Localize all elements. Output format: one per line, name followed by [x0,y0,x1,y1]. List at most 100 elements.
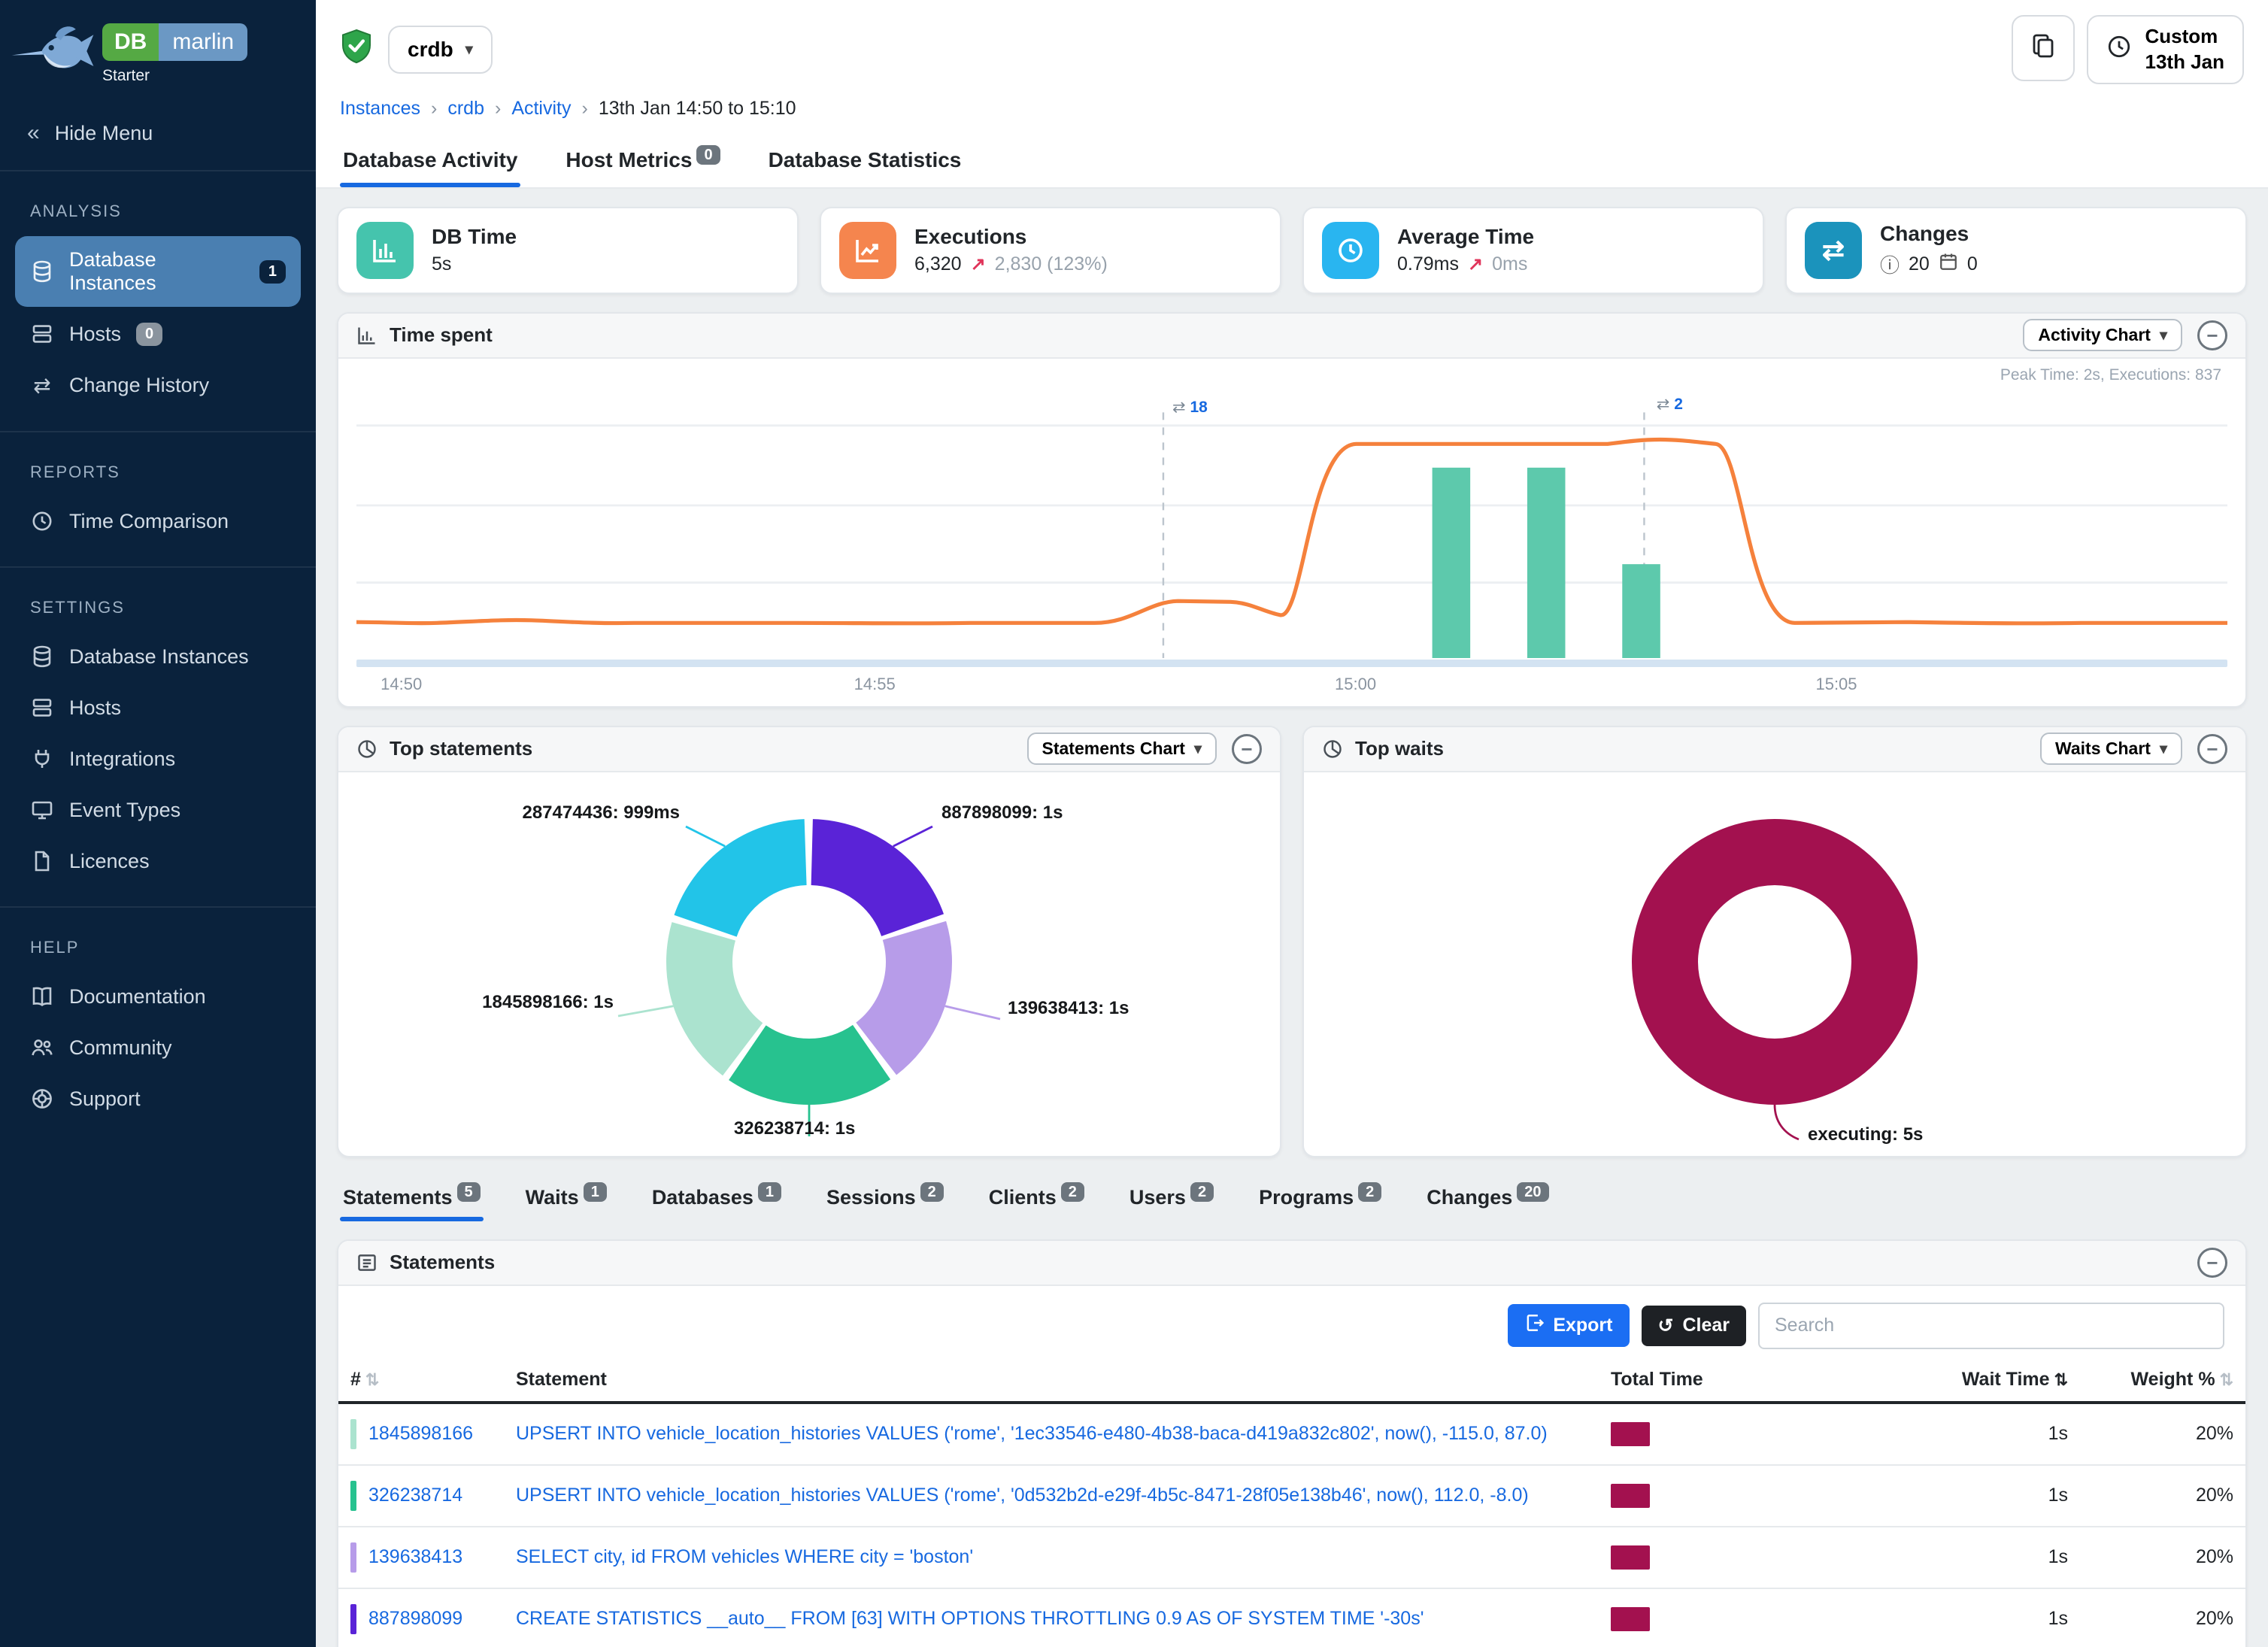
column-header-weight[interactable]: Weight %⇅ [2080,1363,2245,1403]
statement-color-chip [350,1419,356,1449]
sidebar-item-integrations[interactable]: Integrations [15,735,301,783]
info-icon: ⓘ [1880,250,1900,278]
collapse-panel-button[interactable]: − [2197,734,2227,764]
breadcrumb-range: 13th Jan 14:50 to 15:10 [599,98,796,119]
slice-label: 1845898166: 1s [482,992,614,1013]
tab-clients[interactable]: Clients2 [986,1175,1087,1221]
tab-databases[interactable]: Databases1 [649,1175,784,1221]
waits-chart-select[interactable]: Waits Chart ▾ [2040,733,2182,765]
activity-line-chart[interactable] [356,395,2227,658]
statement-link[interactable]: SELECT city, id FROM vehicles WHERE city… [516,1546,973,1567]
column-header-total-time[interactable]: Total Time [1599,1363,1779,1403]
clear-button[interactable]: ↺ Clear [1642,1306,1747,1346]
tab-host-metrics[interactable]: Host Metrics0 [562,138,723,187]
sidebar-item-database-instances[interactable]: Database Instances 1 [15,236,301,307]
top-header: crdb ▾ [316,0,2268,189]
table-row: 139638413 SELECT city, id FROM vehicles … [338,1527,2245,1588]
count-badge: 20 [1517,1182,1548,1202]
sidebar-item-hosts-settings[interactable]: Hosts [15,684,301,732]
copy-link-button[interactable] [2012,15,2075,81]
kpi-changes: ⇄ Changes ⓘ 20 0 [1785,207,2247,294]
book-icon [30,984,54,1009]
tab-users[interactable]: Users2 [1126,1175,1217,1221]
tab-programs[interactable]: Programs2 [1256,1175,1384,1221]
tab-statements[interactable]: Statements5 [340,1175,484,1221]
breadcrumb-crdb[interactable]: crdb [447,98,484,119]
database-icon [30,259,54,284]
statement-link[interactable]: CREATE STATISTICS __auto__ FROM [63] WIT… [516,1608,1424,1629]
breadcrumb-instances[interactable]: Instances [340,98,420,119]
sidebar-item-time-comparison[interactable]: Time Comparison [15,497,301,545]
undo-icon: ↺ [1658,1315,1674,1337]
sidebar-item-hosts[interactable]: Hosts 0 [15,310,301,358]
instance-selector[interactable]: crdb ▾ [388,26,493,74]
statement-color-chip [350,1604,356,1634]
executions-bar[interactable] [1433,467,1471,657]
search-input[interactable] [1758,1303,2224,1349]
activity-chart-select[interactable]: Activity Chart ▾ [2023,319,2182,351]
list-icon [356,1252,377,1273]
up-arrow-icon: ↗ [1468,253,1483,275]
detail-tabs: Statements5 Waits1 Databases1 Sessions2 … [337,1175,2247,1221]
change-annotation[interactable]: ⇄ 2 [1657,395,1683,414]
column-header-id[interactable]: #⇅ [338,1363,504,1403]
sidebar-item-licences[interactable]: Licences [15,837,301,885]
chart-navigator[interactable] [356,660,2227,667]
executions-bar[interactable] [1527,467,1566,657]
licence-file-icon [30,849,54,873]
page-content: DB Time 5s Executions 6,320 ↗ [316,189,2268,1647]
export-button[interactable]: Export [1508,1304,1629,1347]
column-header-statement[interactable]: Statement [504,1363,1599,1403]
column-header-wait-time[interactable]: Wait Time⇅ [1779,1363,2080,1403]
statement-link[interactable]: UPSERT INTO vehicle_location_histories V… [516,1485,1529,1506]
executions-bar[interactable] [1622,564,1660,658]
breadcrumb-activity[interactable]: Activity [511,98,571,119]
tab-waits[interactable]: Waits1 [523,1175,610,1221]
leader-line [618,1005,673,1015]
collapse-panel-button[interactable]: − [2197,320,2227,350]
slice-label: executing: 5s [1808,1124,1923,1145]
top-waits-panel: Top waits Waits Chart ▾ − [1302,726,2247,1157]
sidebar-item-support[interactable]: Support [15,1075,301,1123]
tab-database-statistics[interactable]: Database Statistics [766,138,965,187]
peak-note: Peak Time: 2s, Executions: 837 [2000,366,2221,384]
event-types-icon [30,798,54,822]
sidebar-section-settings: SETTINGS Database Instances Hosts [0,568,316,908]
sidebar-item-event-types[interactable]: Event Types [15,786,301,834]
sidebar-item-database-instances-settings[interactable]: Database Instances [15,632,301,681]
main-tabs: Database Activity Host Metrics0 Database… [340,138,2244,187]
statement-id-link[interactable]: 326238714 [368,1485,462,1506]
count-badge: 2 [1190,1182,1214,1202]
wait-time-value: 1s [1779,1465,2080,1527]
donut-slice-executing[interactable] [1665,852,1884,1072]
count-badge: 2 [1061,1182,1084,1202]
exchange-icon: ⇄ [30,373,54,398]
sidebar-item-documentation[interactable]: Documentation [15,972,301,1021]
tab-database-activity[interactable]: Database Activity [340,138,520,187]
collapse-panel-button[interactable]: − [1232,734,1262,764]
slice-label: 326238714: 1s [734,1118,855,1139]
life-ring-icon [30,1087,54,1111]
leader-line [686,827,725,846]
change-annotation[interactable]: ⇄ 18 [1172,398,1208,417]
breadcrumb: Instances›crdb›Activity›13th Jan 14:50 t… [340,84,2244,126]
time-range-button[interactable]: Custom 13th Jan [2087,15,2245,84]
statement-link[interactable]: UPSERT INTO vehicle_location_histories V… [516,1423,1548,1444]
tab-sessions[interactable]: Sessions2 [823,1175,947,1221]
tab-changes[interactable]: Changes20 [1424,1175,1551,1221]
count-badge: 0 [136,323,162,346]
sidebar-item-change-history[interactable]: ⇄ Change History [15,361,301,410]
hide-menu-button[interactable]: « Hide Menu [0,102,316,171]
clock-icon [1322,222,1379,279]
statements-chart-select[interactable]: Statements Chart ▾ [1027,733,1217,765]
collapse-panel-button[interactable]: − [2197,1248,2227,1278]
db-time-line [356,439,2227,623]
people-icon [30,1036,54,1060]
statement-id-link[interactable]: 1845898166 [368,1423,473,1445]
bar-chart-icon [356,222,414,279]
statement-id-link[interactable]: 139638413 [368,1546,462,1568]
statement-id-link[interactable]: 887898099 [368,1608,462,1630]
wait-time-value: 1s [1779,1527,2080,1588]
sidebar-section-analysis: ANALYSIS Database Instances 1 Hosts [0,171,316,432]
sidebar-item-community[interactable]: Community [15,1024,301,1072]
